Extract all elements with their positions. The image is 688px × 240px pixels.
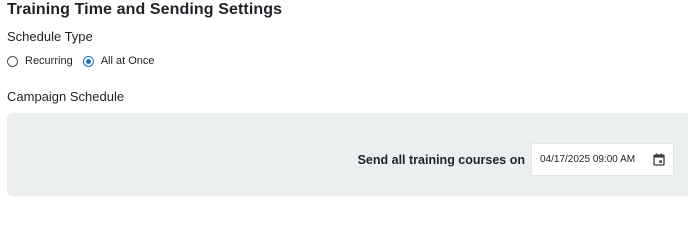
radio-recurring[interactable] (7, 55, 18, 67)
radio-all-at-once[interactable] (82, 55, 94, 67)
section-title: Training Time and Sending Settings (7, 1, 283, 18)
radio-selected-dot (85, 58, 91, 64)
schedule-type-label: Schedule Type (7, 29, 93, 44)
send-date-value: 04/17/2025 09:00 AM (540, 154, 636, 165)
training-settings-section: Training Time and Sending Settings Sched… (0, 0, 688, 201)
campaign-schedule-label: Campaign Schedule (7, 89, 125, 104)
schedule-type-radio-group: Recurring All at Once (7, 53, 155, 69)
send-date-input[interactable]: 04/17/2025 09:00 AM (531, 143, 674, 176)
radio-label-all-at-once: All at Once (100, 55, 155, 67)
calendar-icon[interactable] (652, 153, 666, 167)
send-date-label: Send all training courses on (357, 153, 525, 167)
radio-option-all-at-once[interactable]: All at Once (82, 55, 155, 67)
radio-option-recurring[interactable]: Recurring (7, 55, 73, 67)
radio-label-recurring: Recurring (25, 55, 73, 67)
calendar-icon-svg (653, 153, 665, 166)
